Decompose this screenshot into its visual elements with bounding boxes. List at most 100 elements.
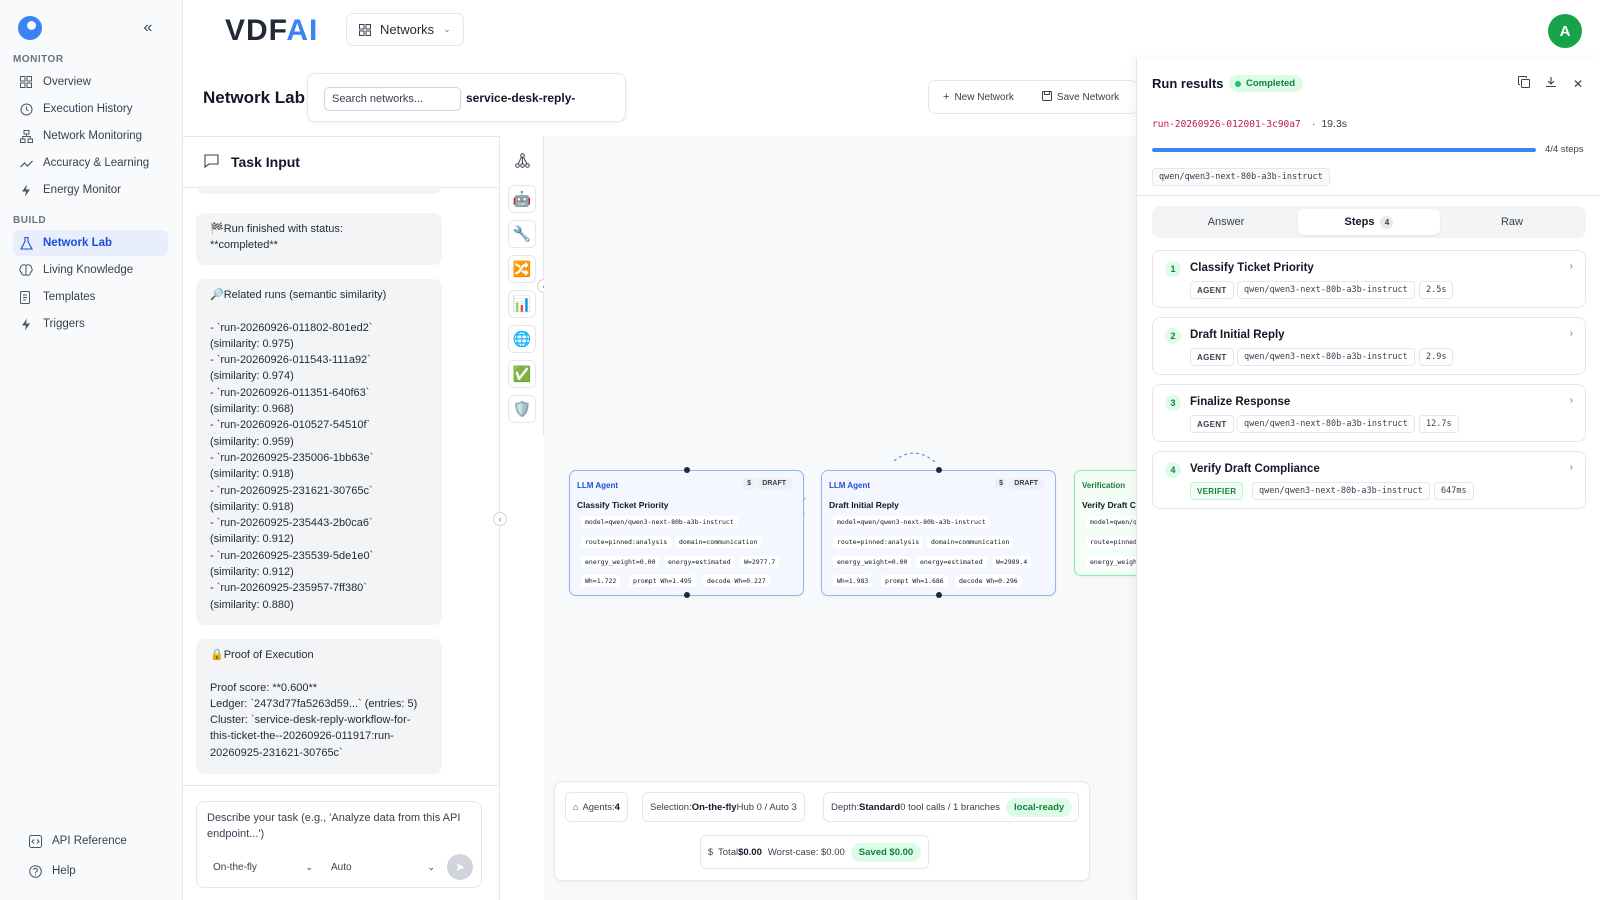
- monitor-section-label: MONITOR: [13, 54, 64, 65]
- depth-detail: 0 tool calls / 1 branches: [900, 801, 1000, 813]
- step-model-tag: qwen/qwen3-next-80b-a3b-instruct: [1252, 482, 1430, 500]
- node-cost-badge: $: [743, 478, 755, 489]
- node-route-chip: route=pinned:analysis: [581, 536, 672, 548]
- node-energy-chip: energy=estimated: [916, 556, 987, 568]
- tab-answer-label: Answer: [1207, 216, 1245, 228]
- shield-icon[interactable]: 🛡️: [508, 395, 536, 423]
- tab-raw[interactable]: Raw: [1441, 209, 1583, 235]
- step-duration-tag: 2.9s: [1419, 348, 1454, 366]
- tab-steps[interactable]: Steps 4: [1298, 209, 1440, 235]
- edge-line: [893, 452, 938, 465]
- node-input-handle[interactable]: [936, 467, 942, 473]
- node-input-handle[interactable]: [684, 467, 690, 473]
- user-avatar[interactable]: A: [1548, 14, 1582, 48]
- save-network-button[interactable]: Save Network: [1041, 90, 1119, 104]
- trend-icon: [19, 156, 33, 170]
- step-card[interactable]: 1 Classify Ticket Priority › AGENT qwen/…: [1152, 250, 1586, 308]
- node-model-chip: model=qwen/qwen3-next-80b-a3b-instruct: [581, 516, 738, 528]
- node-route-chip: route=pinned:analysis: [833, 536, 924, 548]
- copy-icon[interactable]: [1515, 75, 1533, 93]
- canvas-node-verification[interactable]: Verification Verify Draft C model=qwen/q…: [1074, 470, 1136, 576]
- run-results-title: Run results: [1152, 76, 1224, 91]
- new-network-button[interactable]: + New Network: [943, 91, 1014, 103]
- run-status-badge: Completed: [1229, 75, 1304, 92]
- sidebar-item-help[interactable]: Help: [22, 858, 177, 884]
- model-select[interactable]: Auto ⌄: [331, 857, 435, 877]
- sidebar-item-network-monitoring[interactable]: Network Monitoring: [13, 123, 168, 149]
- cost-stat: $ Total $0.00 Worst-case: $0.00 Saved $0.…: [700, 835, 930, 869]
- download-icon[interactable]: [1542, 75, 1560, 93]
- saved-badge: Saved $0.00: [850, 842, 922, 862]
- shuffle-icon[interactable]: 🔀: [508, 255, 536, 283]
- sidebar-item-overview[interactable]: Overview: [13, 69, 168, 95]
- grid-icon: [19, 75, 33, 89]
- step-kind-tag: AGENT: [1190, 415, 1234, 433]
- step-card[interactable]: 3 Finalize Response › AGENT qwen/qwen3-n…: [1152, 384, 1586, 442]
- canvas-node-agent[interactable]: LLM Agent $ DRAFT Classify Ticket Priori…: [569, 467, 804, 598]
- bolt-icon: [19, 183, 33, 197]
- network-stats-card: ⌂ Agents: 4 Selection: On-the-fly Hub 0 / A…: [554, 781, 1090, 881]
- sidebar-item-label: Energy Monitor: [43, 184, 121, 196]
- networks-label: Networks: [380, 22, 435, 37]
- agents-label: Agents:: [582, 801, 615, 813]
- node-decode-wh-chip: decode Wh=0.227: [703, 575, 770, 587]
- sidebar-item-label: Execution History: [43, 103, 133, 115]
- tab-answer[interactable]: Answer: [1155, 209, 1297, 235]
- robot-icon[interactable]: 🤖: [508, 185, 536, 213]
- message-bubble: 🔎Related runs (semantic similarity) - `r…: [196, 279, 442, 625]
- send-button[interactable]: ➤: [447, 854, 473, 880]
- sidebar-item-execution-history[interactable]: Execution History: [13, 96, 168, 122]
- task-input-panel: Task Input 🏁Run finished with status: **…: [183, 136, 500, 900]
- task-input-title: Task Input: [231, 154, 300, 170]
- bar-chart-icon[interactable]: 📊: [508, 290, 536, 318]
- step-title: Draft Initial Reply: [1190, 329, 1285, 341]
- sidebar-item-templates[interactable]: Templates: [13, 284, 168, 310]
- document-icon: [19, 290, 33, 304]
- network-search-input[interactable]: [324, 87, 461, 111]
- app-logo-icon[interactable]: [18, 16, 42, 40]
- step-duration-tag: 2.5s: [1419, 281, 1454, 299]
- worst-case-text: Worst-case: $0.00: [767, 846, 845, 858]
- steps-progress-text: 4/4 steps: [1545, 144, 1584, 155]
- node-output-handle[interactable]: [684, 592, 690, 598]
- step-title: Classify Ticket Priority: [1190, 262, 1314, 274]
- sidebar-item-accuracy-learning[interactable]: Accuracy & Learning: [13, 150, 168, 176]
- task-description-input[interactable]: [207, 810, 475, 846]
- chevron-down-icon: ⌄: [443, 24, 451, 34]
- depth-value: Standard: [859, 801, 901, 813]
- node-watts-chip: W=2977.7: [740, 556, 780, 568]
- total-label: Total: [718, 846, 739, 858]
- sidebar-item-network-lab[interactable]: Network Lab: [13, 230, 168, 256]
- new-network-label: New Network: [954, 91, 1014, 103]
- run-id[interactable]: run-20260926-012001-3c90a7: [1152, 119, 1301, 130]
- check-icon[interactable]: ✅: [508, 360, 536, 388]
- run-progress-bar: [1152, 148, 1536, 152]
- networks-dropdown-button[interactable]: Networks ⌄: [346, 13, 464, 46]
- step-card[interactable]: 4 Verify Draft Compliance › VERIFIER qwe…: [1152, 451, 1586, 509]
- collapse-task-panel-icon[interactable]: ‹: [493, 512, 507, 526]
- globe-icon[interactable]: 🌐: [508, 325, 536, 353]
- sidebar-item-api-reference[interactable]: API Reference: [22, 828, 177, 854]
- sidebar-item-living-knowledge[interactable]: Living Knowledge: [13, 257, 168, 283]
- wrench-icon[interactable]: 🔧: [508, 220, 536, 248]
- current-network-name[interactable]: service-desk-reply-: [466, 91, 575, 105]
- collapse-sidebar-icon[interactable]: «: [138, 18, 158, 38]
- selection-detail: Hub 0 / Auto 3: [736, 801, 797, 813]
- hierarchy-icon[interactable]: [508, 146, 536, 174]
- mode-select[interactable]: On-the-fly ⌄: [213, 857, 313, 877]
- message-text: 🏁Run finished with status: **completed**: [210, 223, 343, 252]
- node-output-handle[interactable]: [936, 592, 942, 598]
- run-status-text: Completed: [1246, 78, 1296, 89]
- model-select-value: Auto: [331, 861, 352, 873]
- sidebar-item-energy-monitor[interactable]: Energy Monitor: [13, 177, 168, 203]
- depth-label: Depth:: [831, 801, 859, 813]
- step-card[interactable]: 2 Draft Initial Reply › AGENT qwen/qwen3…: [1152, 317, 1586, 375]
- brain-icon: [19, 263, 33, 277]
- save-icon: [1041, 90, 1052, 104]
- network-canvas[interactable]: LLM Agent $ DRAFT Classify Ticket Priori…: [544, 136, 1136, 900]
- close-icon[interactable]: ✕: [1569, 75, 1587, 93]
- canvas-node-agent[interactable]: LLM Agent $ DRAFT Draft Initial Reply mo…: [821, 467, 1056, 598]
- sidebar-item-triggers[interactable]: Triggers: [13, 311, 168, 337]
- node-watts-chip: W=2989.4: [992, 556, 1032, 568]
- node-model-chip: model=qwen/qwen3-next-80b-a3b-instruct: [833, 516, 990, 528]
